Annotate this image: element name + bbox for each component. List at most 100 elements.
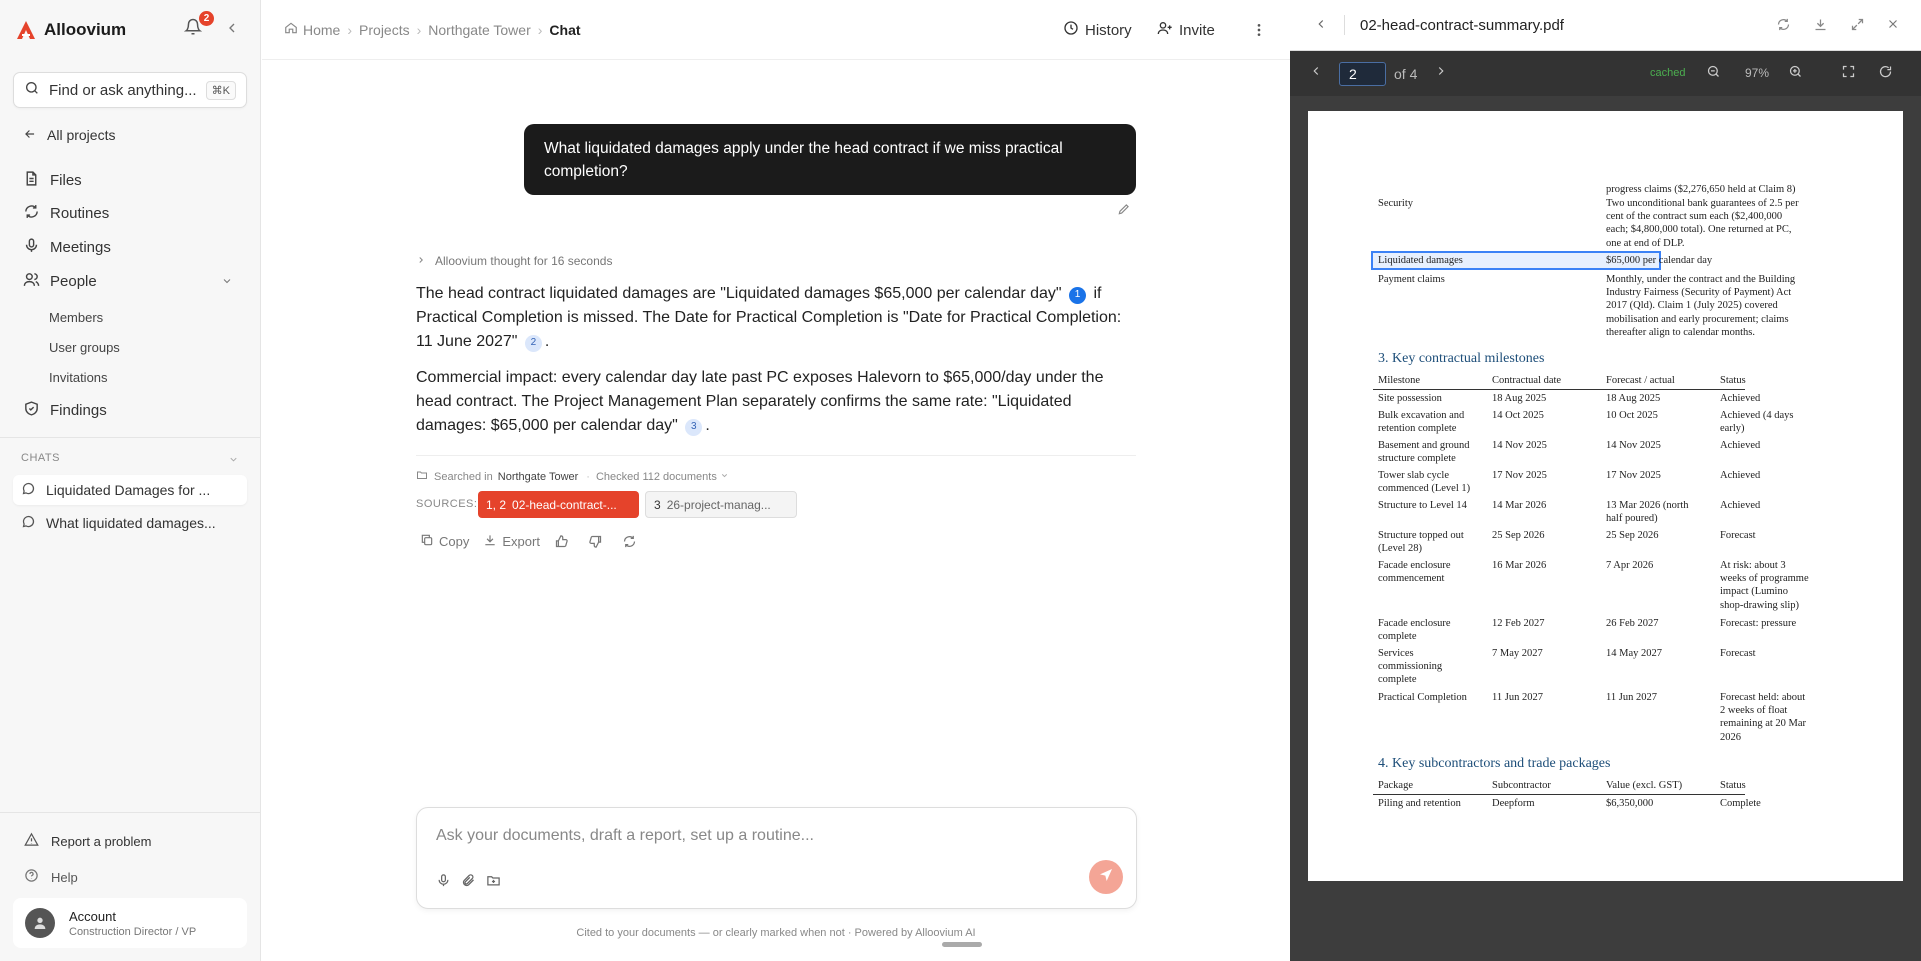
rotate-icon[interactable]	[1878, 64, 1893, 84]
copy-button[interactable]: Copy	[420, 533, 469, 550]
chat-title: What liquidated damages...	[46, 515, 216, 531]
page-number-input[interactable]: 2	[1339, 62, 1386, 86]
pdf-table-cell: Forecast	[1720, 530, 1756, 541]
more-vertical-icon[interactable]	[1251, 21, 1267, 44]
alloovium-logo-icon	[14, 18, 38, 42]
sidebar-item-label: Routines	[50, 204, 110, 222]
pencil-icon[interactable]	[1117, 202, 1131, 221]
source-number: 3	[654, 497, 661, 512]
download-icon[interactable]	[1813, 17, 1828, 37]
export-button[interactable]: Export	[483, 533, 540, 550]
chat-panel: Home › Projects › Northgate Tower › Chat…	[262, 0, 1552, 961]
chevron-right-icon	[416, 254, 435, 268]
account-menu[interactable]: Account Construction Director / VP	[13, 898, 247, 948]
cached-status: cached	[1650, 67, 1686, 79]
pdf-text: each; $4,800,000 total). One returned at…	[1606, 224, 1792, 236]
chevron-down-icon[interactable]	[228, 452, 239, 470]
thumbs-down-icon[interactable]	[588, 534, 608, 549]
thought-toggle[interactable]: Alloovium thought for 16 seconds	[416, 254, 612, 268]
searched-project: Northgate Tower	[497, 470, 579, 483]
pdf-table-cell: Forecast: pressure	[1720, 618, 1797, 629]
pdf-table-cell: remaining at 20 Mar	[1720, 718, 1807, 730]
sidebar-item-files[interactable]: Files	[13, 165, 247, 195]
pdf-table-cell: 14 Oct 2025	[1492, 410, 1544, 421]
pdf-table-rule	[1373, 389, 1745, 390]
thumbs-up-icon[interactable]	[554, 534, 574, 549]
send-button[interactable]	[1089, 860, 1123, 894]
pdf-table-cell: 7 Apr 2026	[1606, 560, 1654, 571]
pdf-table-cell: complete	[1378, 631, 1417, 643]
pdf-table-cell: Site possession	[1378, 393, 1442, 404]
citation-marker[interactable]: 3	[685, 418, 703, 436]
account-role: Construction Director / VP	[69, 925, 197, 938]
next-page-icon[interactable]	[1434, 64, 1448, 83]
pdf-page: progress claims ($2,276,650 held at Clai…	[1308, 111, 1903, 881]
close-icon[interactable]	[1886, 17, 1900, 36]
checked-documents[interactable]: Checked 112 documents	[596, 471, 717, 483]
chat-item[interactable]: What liquidated damages...	[13, 508, 247, 538]
breadcrumb-separator: ›	[416, 21, 422, 38]
sidebar-item-people[interactable]: People	[13, 266, 247, 296]
pdf-table-cell: half poured)	[1606, 513, 1658, 525]
pdf-table-cell: 18 Aug 2025	[1492, 393, 1547, 404]
pdf-table-cell: 7 May 2027	[1492, 648, 1543, 659]
prev-page-icon[interactable]	[1309, 64, 1323, 83]
search-input[interactable]: Find or ask anything... ⌘K	[13, 72, 247, 108]
invite-button[interactable]: Invite	[1157, 20, 1215, 40]
report-problem-link[interactable]: Report a problem	[24, 832, 151, 850]
chats-section-label: CHATS	[21, 452, 60, 464]
back-icon[interactable]	[1314, 17, 1328, 36]
sources-label: SOURCES:	[416, 498, 478, 510]
sidebar-subitem-members[interactable]: Members	[49, 310, 103, 325]
source-chip-active[interactable]: 1, 2 02-head-contract-...	[478, 491, 639, 518]
message-composer[interactable]: Ask your documents, draft a report, set …	[416, 807, 1137, 909]
sidebar-item-routines[interactable]: Routines	[13, 198, 247, 228]
pdf-table-cell: commissioning	[1378, 661, 1443, 673]
source-number: 1, 2	[486, 497, 507, 512]
source-chip[interactable]: 3 26-project-manag...	[645, 491, 797, 518]
answer-text: The head contract liquidated damages are…	[416, 285, 1062, 302]
pdf-table-cell: Achieved	[1720, 500, 1761, 511]
sidebar-item-meetings[interactable]: Meetings	[13, 232, 247, 262]
sidebar-subitem-user-groups[interactable]: User groups	[49, 340, 120, 355]
breadcrumb-home[interactable]: Home	[303, 22, 340, 38]
breadcrumb-projects[interactable]: Projects	[359, 22, 410, 38]
folder-icon[interactable]	[486, 873, 501, 888]
citation-marker[interactable]: 2	[524, 334, 542, 352]
pdf-text: thereafter align to calendar months.	[1606, 326, 1755, 338]
pdf-table-cell: Facade enclosure	[1378, 618, 1451, 629]
report-problem-label: Report a problem	[51, 833, 152, 849]
sidebar-item-label: Findings	[50, 401, 107, 419]
chat-item[interactable]: Liquidated Damages for ...	[13, 475, 247, 505]
sidebar-item-label: People	[50, 272, 97, 290]
pdf-table-cell: structure complete	[1378, 453, 1456, 465]
sidebar-subitem-invitations[interactable]: Invitations	[49, 370, 108, 385]
fullscreen-icon[interactable]	[1841, 64, 1856, 84]
pdf-table-cell: shop-drawing slip)	[1720, 599, 1800, 611]
help-link[interactable]: Help	[24, 868, 78, 886]
history-button[interactable]: History	[1063, 20, 1132, 40]
add-user-icon	[1157, 20, 1179, 40]
microphone-icon[interactable]	[436, 873, 451, 888]
zoom-out-icon[interactable]	[1706, 64, 1721, 84]
all-projects-link[interactable]: All projects	[13, 120, 247, 150]
refresh-icon[interactable]	[1776, 17, 1791, 37]
pdf-section-heading: 3. Key contractual milestones	[1378, 351, 1545, 366]
viewer-toolbar: 2 of 4 cached 97%	[1290, 51, 1921, 96]
paperclip-icon[interactable]	[461, 873, 476, 888]
expand-icon[interactable]	[1850, 17, 1865, 37]
sidebar-item-findings[interactable]: Findings	[13, 395, 247, 425]
pdf-table-header: Contractual date	[1492, 375, 1562, 386]
citation-marker[interactable]: 1	[1069, 286, 1087, 304]
breadcrumb-project[interactable]: Northgate Tower	[428, 22, 530, 38]
composer-tools	[436, 873, 511, 888]
pdf-table-cell: Facade enclosure	[1378, 560, 1451, 571]
pdf-table-cell: At risk: about 3	[1720, 560, 1786, 571]
pdf-table-cell: Structure topped out	[1378, 530, 1464, 541]
collapse-sidebar-icon[interactable]	[224, 20, 242, 38]
send-icon	[1098, 867, 1114, 888]
zoom-in-icon[interactable]	[1788, 64, 1803, 84]
regenerate-icon[interactable]	[622, 534, 642, 549]
scroll-indicator[interactable]	[942, 942, 982, 947]
account-name: Account	[69, 908, 116, 924]
